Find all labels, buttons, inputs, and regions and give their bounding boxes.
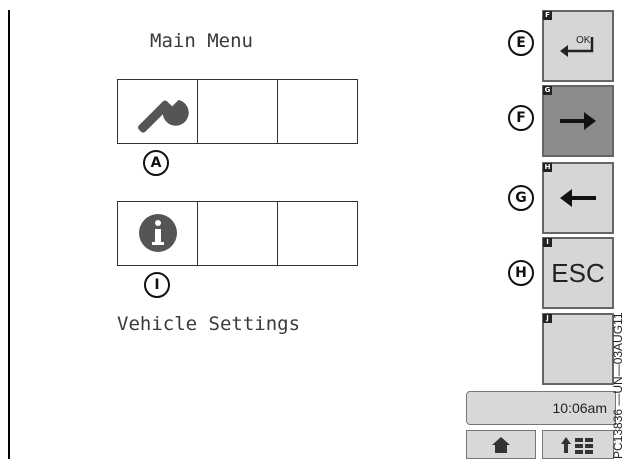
- wrench-icon: [138, 88, 189, 133]
- callout-i: I: [144, 272, 170, 298]
- key-letter: G: [543, 86, 552, 95]
- softkey-back[interactable]: H: [542, 162, 614, 234]
- up-arrow-menu-icon: [561, 436, 593, 454]
- softkey-enter-ok[interactable]: F OK: [542, 10, 614, 82]
- figure-id: PC13836 —UN—03AUG11: [611, 312, 625, 459]
- info-icon: [139, 214, 177, 252]
- menu-grid-row-2: [117, 201, 358, 266]
- arrow-left-icon: [560, 189, 596, 207]
- menu-cell-empty[interactable]: [198, 80, 278, 143]
- clock-display: 10:06am: [466, 391, 616, 425]
- callout-e: E: [508, 30, 534, 56]
- callout-h: H: [508, 260, 534, 286]
- esc-label: ESC: [551, 257, 605, 288]
- softkey-blank[interactable]: J: [542, 313, 614, 385]
- left-border: [8, 10, 10, 459]
- arrow-right-icon: [560, 112, 596, 130]
- menu-cell-info[interactable]: [118, 202, 198, 265]
- enter-ok-icon: OK: [560, 35, 594, 57]
- key-letter: F: [543, 11, 552, 20]
- display-screen: Main Menu A I Vehicle Settings E F G H F…: [0, 0, 629, 459]
- softkey-escape[interactable]: I ESC: [542, 237, 614, 309]
- menu-grid-row-1: [117, 79, 358, 144]
- home-icon: [492, 436, 510, 453]
- menu-cell-settings[interactable]: [118, 80, 198, 143]
- page-title: Main Menu: [150, 30, 253, 52]
- key-letter: I: [543, 238, 552, 247]
- softkey-next[interactable]: G: [542, 85, 614, 157]
- menu-cell-empty[interactable]: [278, 202, 357, 265]
- callout-g: G: [508, 185, 534, 211]
- ok-label: OK: [576, 35, 591, 46]
- key-letter: H: [543, 163, 552, 172]
- menu-button[interactable]: [542, 430, 614, 459]
- section-label: Vehicle Settings: [117, 313, 301, 335]
- callout-f: F: [508, 105, 534, 131]
- menu-cell-empty[interactable]: [278, 80, 357, 143]
- callout-a: A: [143, 150, 169, 176]
- key-letter: J: [543, 314, 552, 323]
- home-button[interactable]: [466, 430, 536, 459]
- menu-cell-empty[interactable]: [198, 202, 278, 265]
